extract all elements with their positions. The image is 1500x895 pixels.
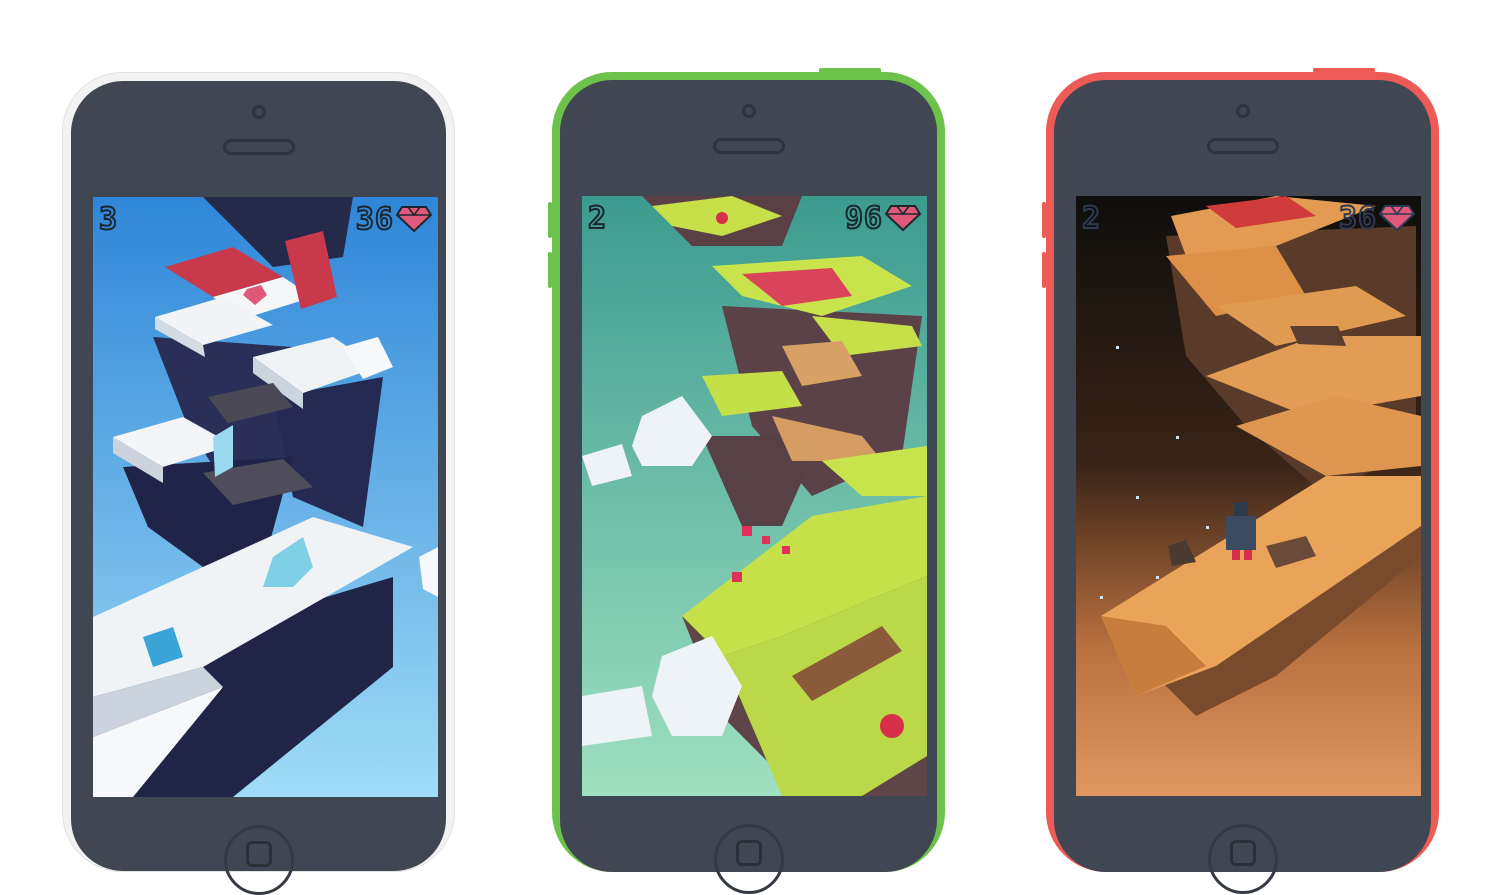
side-button — [548, 252, 552, 288]
camera-icon — [251, 105, 266, 119]
speaker-icon — [1206, 138, 1279, 154]
phone-white: 3 36 — [62, 72, 455, 895]
phone-red: 2 36 — [1042, 68, 1439, 894]
phone-body: 2 36 — [1054, 80, 1431, 894]
grass-scene — [582, 196, 927, 796]
top-button — [1313, 68, 1375, 73]
home-square-icon — [245, 841, 272, 867]
side-button — [548, 202, 552, 238]
desert-scene — [1076, 196, 1421, 796]
level-counter: 2 — [587, 201, 608, 237]
side-button — [1042, 252, 1046, 288]
game-screen-grass[interactable]: 2 96 — [582, 196, 927, 796]
game-screen-desert[interactable]: 2 36 — [1076, 196, 1421, 796]
speaker-icon — [222, 139, 295, 155]
phone-body: 2 96 — [560, 80, 937, 894]
gem-counter: 36 — [355, 202, 394, 238]
level-counter: 2 — [1081, 201, 1102, 237]
gem-icon — [885, 205, 921, 232]
gem-counter: 36 — [1338, 201, 1377, 237]
camera-icon — [741, 104, 756, 118]
camera-icon — [1235, 104, 1250, 118]
gem-counter: 96 — [844, 201, 883, 237]
speaker-icon — [712, 138, 785, 154]
phone-body: 3 36 — [71, 81, 446, 895]
gem-icon — [396, 206, 432, 233]
top-button — [819, 68, 881, 73]
level-counter: 3 — [98, 202, 119, 238]
side-button — [1042, 202, 1046, 238]
snow-scene — [93, 197, 438, 797]
phone-green: 2 96 — [548, 68, 945, 894]
gem-icon — [1379, 205, 1415, 232]
game-screen-snow[interactable]: 3 36 — [93, 197, 438, 797]
